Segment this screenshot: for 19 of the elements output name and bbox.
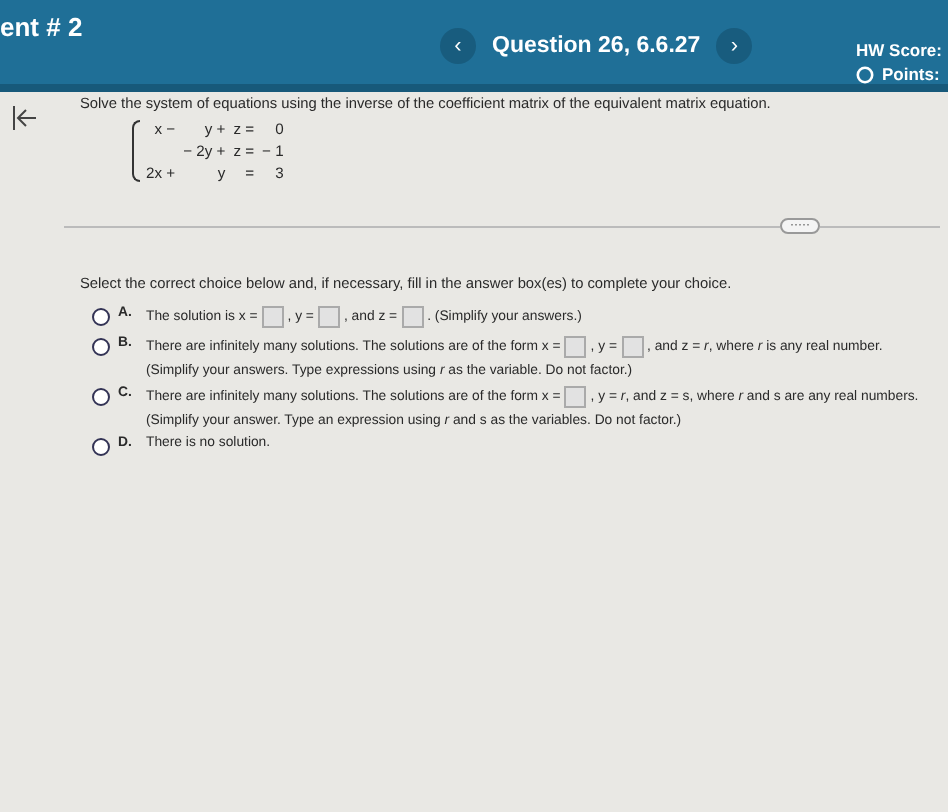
points-label: Points: (882, 64, 940, 84)
back-to-start-icon[interactable] (12, 106, 38, 130)
answer-box[interactable] (261, 306, 284, 328)
next-button[interactable]: › (716, 28, 753, 64)
answer-box[interactable] (317, 306, 340, 328)
answer-box[interactable] (621, 336, 643, 358)
answer-box[interactable] (564, 386, 587, 408)
circle-icon (856, 65, 874, 83)
radio-button[interactable] (92, 438, 110, 456)
hw-score: HW Score: (856, 40, 942, 60)
assignment-title: ent # 2 (0, 12, 85, 42)
answer-box[interactable] (401, 306, 424, 328)
radio-button[interactable] (92, 338, 110, 356)
previous-button[interactable]: ‹ (440, 28, 476, 64)
answer-box[interactable] (564, 336, 587, 358)
brace (132, 120, 140, 182)
radio-button[interactable] (92, 308, 110, 326)
question-title: Question 26, 6.6.27 (492, 34, 701, 58)
radio-button[interactable] (92, 388, 110, 406)
